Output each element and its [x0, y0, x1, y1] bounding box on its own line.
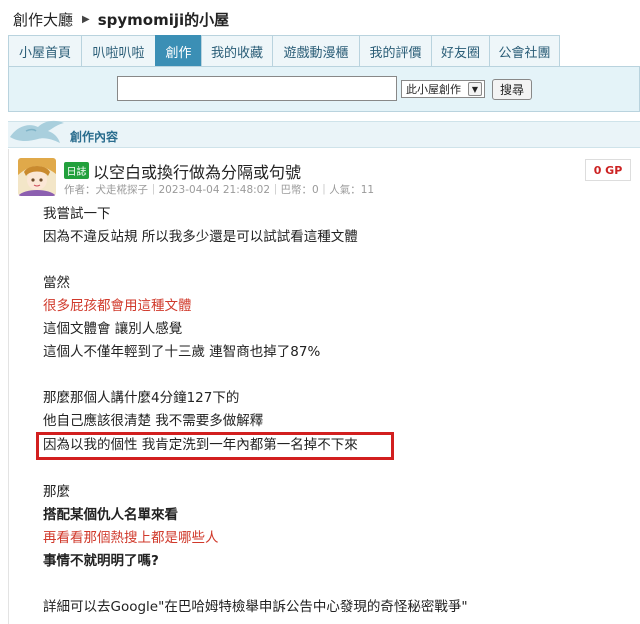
body-line: 他自己應該很清楚 我不需要多做解釋	[43, 413, 264, 429]
body-line-red: 再看看那個熱搜上都是哪些人	[43, 530, 219, 546]
body-line-bold: 搭配某個仇人名單來看	[43, 507, 178, 523]
breadcrumb: 創作大廳 ▶ spymomiji的小屋	[13, 9, 229, 30]
tab-chatter[interactable]: 叭啦叭啦	[81, 35, 155, 67]
body-line: 因為不違反站規 所以我多少還是可以試試看這種文體	[43, 229, 358, 245]
dragon-logo-icon	[10, 120, 64, 143]
search-panel: 此小屋創作 ▼ 搜尋	[8, 66, 640, 112]
chevron-right-icon: ▶	[82, 14, 90, 25]
breadcrumb-root[interactable]: 創作大廳	[13, 9, 73, 30]
avatar-image	[18, 158, 56, 196]
author-label: 作者：	[64, 184, 96, 196]
post-datetime: 2023-04-04 21:48:02	[158, 184, 271, 196]
section-title: 創作內容	[70, 130, 119, 144]
avatar[interactable]	[18, 158, 56, 196]
search-scope-value: 此小屋創作	[406, 83, 461, 96]
highlight-box	[36, 432, 394, 460]
author-link[interactable]: 犬走椛探子	[96, 184, 149, 196]
meta-separator: ｜	[318, 184, 330, 196]
post-article: 日誌 以空白或換行做為分隔或句號 作者：犬走椛探子｜2023-04-04 21:…	[8, 149, 640, 624]
body-line: 這個人不僅年輕到了十三歲 連智商也掉了87%	[43, 344, 321, 360]
post-meta: 作者：犬走椛探子｜2023-04-04 21:48:02｜巴幣：0｜人氣：11	[64, 182, 374, 197]
tab-creation[interactable]: 創作	[155, 35, 201, 67]
section-header: 創作內容	[8, 120, 640, 148]
chevron-down-icon: ▼	[468, 82, 482, 96]
search-input[interactable]	[117, 76, 397, 101]
body-line: 我嘗試一下	[43, 206, 111, 222]
body-line-bold: 事情不就明明了嗎?	[43, 553, 159, 569]
meta-separator: ｜	[148, 184, 159, 196]
tab-friends[interactable]: 好友圈	[431, 35, 489, 67]
body-line-red: 很多屁孩都會用這種文體	[43, 298, 192, 314]
search-scope-select[interactable]: 此小屋創作 ▼	[401, 80, 485, 98]
gp-button[interactable]: 0 GP	[585, 159, 631, 181]
body-line: 那麼那個人講什麼4分鐘127下的	[43, 390, 240, 406]
body-line: 詳細可以去Google"在巴哈姆特檢舉申訴公告中心發現的奇怪秘密戰爭"	[43, 599, 468, 615]
nav-tabs: 小屋首頁 叭啦叭啦 創作 我的收藏 遊戲動漫櫃 我的評價 好友圈 公會社團	[8, 35, 640, 67]
body-line: 當然	[43, 275, 70, 291]
bahamut-coins: 巴幣：0	[280, 184, 319, 196]
diary-badge: 日誌	[64, 162, 89, 179]
body-line: 這個文體會 讓別人感覺	[43, 321, 183, 337]
tab-home[interactable]: 小屋首頁	[8, 35, 81, 67]
tab-favorites[interactable]: 我的收藏	[201, 35, 272, 67]
tab-guilds[interactable]: 公會社團	[489, 35, 560, 67]
body-line: 那麼	[43, 484, 70, 500]
view-count: 人氣：11	[329, 184, 375, 196]
meta-separator: ｜	[270, 184, 281, 196]
post-title: 以空白或換行做為分隔或句號	[93, 163, 302, 182]
breadcrumb-user[interactable]: spymomiji的小屋	[98, 9, 229, 30]
tab-my-reviews[interactable]: 我的評價	[359, 35, 431, 67]
tab-game-anime-shelf[interactable]: 遊戲動漫櫃	[272, 35, 359, 67]
top-bar: 創作大廳 ▶ spymomiji的小屋	[0, 0, 640, 36]
search-button[interactable]: 搜尋	[492, 79, 532, 100]
